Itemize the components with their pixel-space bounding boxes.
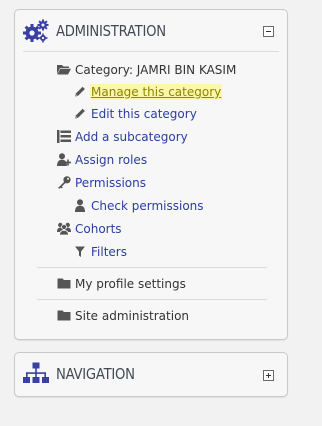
key-icon [58, 176, 71, 189]
pencil-icon [75, 86, 85, 97]
navigation-block: NAVIGATION [14, 352, 288, 397]
navigation-title: NAVIGATION [56, 365, 135, 383]
cohorts-label: Cohorts [75, 222, 122, 236]
divider [37, 267, 267, 268]
collapse-minus-icon[interactable] [263, 26, 274, 37]
folder-icon [57, 278, 71, 289]
add-subcategory-label: Add a subcategory [75, 130, 188, 144]
site-administration-label: Site administration [75, 309, 190, 323]
pencil-icon [75, 108, 85, 119]
my-profile-settings-label: My profile settings [75, 277, 186, 291]
users-icon [57, 222, 71, 235]
user-icon [75, 199, 85, 212]
category-label: Category: JAMRI BIN KASIM [75, 63, 237, 77]
expand-plus-icon[interactable] [263, 370, 274, 381]
administration-header[interactable]: ADMINISTRATION [15, 10, 287, 52]
administration-block: ADMINISTRATION Category: JAMRI BIN KASIM… [14, 9, 288, 340]
sitemap-icon [23, 362, 49, 383]
assign-roles-label: Assign roles [75, 153, 148, 167]
gears-icon [23, 19, 49, 43]
administration-title: ADMINISTRATION [56, 22, 166, 40]
edit-category-label: Edit this category [91, 107, 197, 121]
navigation-header[interactable]: NAVIGATION [15, 353, 287, 395]
check-permissions-label: Check permissions [91, 199, 204, 213]
divider [37, 299, 267, 300]
filters-label: Filters [91, 245, 127, 259]
header-divider [23, 51, 279, 52]
manage-category-label: Manage this category [90, 84, 223, 100]
user-plus-icon [57, 153, 71, 166]
filter-icon [75, 246, 85, 257]
folder-icon [57, 310, 71, 321]
folder-open-icon [57, 65, 71, 75]
permissions-label: Permissions [75, 176, 146, 190]
list-icon [57, 130, 71, 143]
